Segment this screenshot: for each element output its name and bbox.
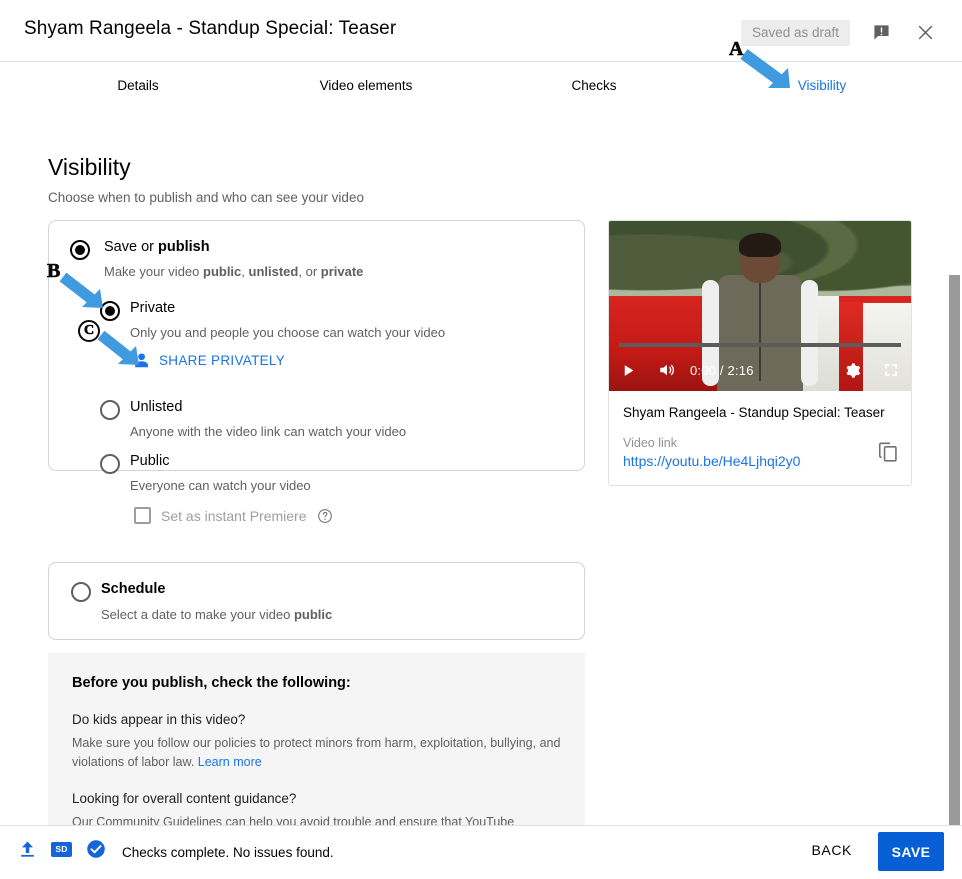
volume-icon[interactable] (658, 361, 676, 379)
back-button[interactable]: BACK (811, 842, 852, 858)
private-label: Private (130, 300, 176, 316)
preview-link-label: Video link (623, 435, 677, 450)
public-radio[interactable] (100, 454, 120, 474)
thumbnail-person-hair (739, 232, 781, 257)
upload-stepper: Details Video elements Checks Visibility (0, 62, 938, 185)
save-or-publish-card: Save or publish Make your video public, … (48, 220, 585, 524)
video-progress-bar[interactable] (619, 343, 901, 347)
checks-status-text: Checks complete. No issues found. (122, 845, 334, 860)
unlisted-radio[interactable] (100, 400, 120, 420)
checklist-heading: Before you publish, check the following: (72, 675, 351, 691)
save-or-publish-label-plain: Save or (104, 239, 158, 255)
copy-icon[interactable] (878, 441, 899, 469)
step-label-video-elements[interactable]: Video elements (320, 78, 413, 93)
schedule-card[interactable]: Schedule Select a date to make your vide… (48, 562, 585, 640)
save-or-publish-desc: Make your video public, unlisted, or pri… (104, 264, 364, 279)
scrollbar-thumb[interactable] (949, 275, 960, 879)
step-label-visibility[interactable]: Visibility (798, 78, 847, 93)
dialog-footer: SD Checks complete. No issues found. BAC… (0, 825, 962, 879)
share-privately-link[interactable]: SHARE PRIVATELY (130, 352, 285, 368)
video-preview-panel: 0:00 / 2:16 Shyam Rangeela - Standup Spe (608, 220, 912, 486)
section-title: Visibility (48, 154, 131, 180)
private-radio[interactable] (100, 301, 120, 321)
person-add-icon (132, 353, 148, 368)
section-subtitle: Choose when to publish and who can see y… (48, 190, 364, 205)
checklist-question: Do kids appear in this video? (72, 712, 246, 727)
gear-icon[interactable] (844, 362, 861, 379)
save-or-publish-radio[interactable] (70, 240, 90, 260)
instant-premiere-label: Set as instant Premiere (161, 507, 307, 524)
instant-premiere-checkbox[interactable] (134, 507, 151, 524)
instant-premiere-row[interactable]: Set as instant Premiere (134, 507, 333, 524)
preview-video-link[interactable]: https://youtu.be/He4Ljhqi2y0 (609, 450, 911, 485)
schedule-label: Schedule (101, 581, 166, 597)
close-icon[interactable] (910, 17, 940, 47)
checklist-question: Looking for overall content guidance? (72, 790, 297, 806)
upload-icon (21, 841, 34, 857)
quality-badge: SD (51, 841, 72, 857)
private-desc: Only you and people you choose can watch… (130, 325, 446, 340)
preview-video-title: Shyam Rangeela - Standup Special: Teaser (623, 405, 885, 420)
save-or-publish-label: Save or publish (104, 239, 210, 255)
step-label-checks[interactable]: Checks (571, 78, 616, 93)
page-title: Shyam Rangeela - Standup Special: Teaser (24, 18, 397, 39)
public-label: Public (130, 453, 170, 469)
unlisted-label: Unlisted (130, 399, 183, 415)
dialog-body: Visibility Choose when to publish and wh… (0, 133, 938, 825)
unlisted-desc: Anyone with the video link can watch you… (130, 424, 407, 439)
upload-dialog: Shyam Rangeela - Standup Special: Teaser… (0, 0, 962, 879)
learn-more-link[interactable]: Learn more (198, 755, 262, 769)
video-thumbnail[interactable]: 0:00 / 2:16 (609, 221, 911, 391)
checklist-answer: Make sure you follow our policies to pro… (72, 736, 561, 770)
checklist-answer: Our Community Guidelines can help you av… (72, 814, 515, 825)
play-icon[interactable] (621, 363, 636, 378)
step-label-details[interactable]: Details (117, 78, 158, 93)
save-button[interactable]: SAVE (878, 832, 944, 871)
video-time: 0:00 / 2:16 (690, 362, 754, 378)
scrollbar-track[interactable] (947, 133, 962, 879)
schedule-desc: Select a date to make your video public (101, 607, 333, 622)
dialog-header: Shyam Rangeela - Standup Special: Teaser… (0, 0, 962, 62)
footer-icons: SD (18, 839, 106, 859)
feedback-icon[interactable] (866, 17, 896, 47)
help-circle-icon[interactable] (317, 508, 333, 524)
status-badge: Saved as draft (740, 20, 850, 46)
save-or-publish-label-bold: publish (158, 239, 210, 255)
check-circle-icon (87, 840, 105, 858)
schedule-radio[interactable] (71, 582, 91, 602)
share-privately-label: SHARE PRIVATELY (159, 352, 286, 368)
publish-checklist: Before you publish, check the following:… (48, 653, 585, 825)
fullscreen-icon[interactable] (883, 362, 899, 378)
video-controls: 0:00 / 2:16 (609, 349, 911, 391)
public-desc: Everyone can watch your video (130, 478, 311, 493)
